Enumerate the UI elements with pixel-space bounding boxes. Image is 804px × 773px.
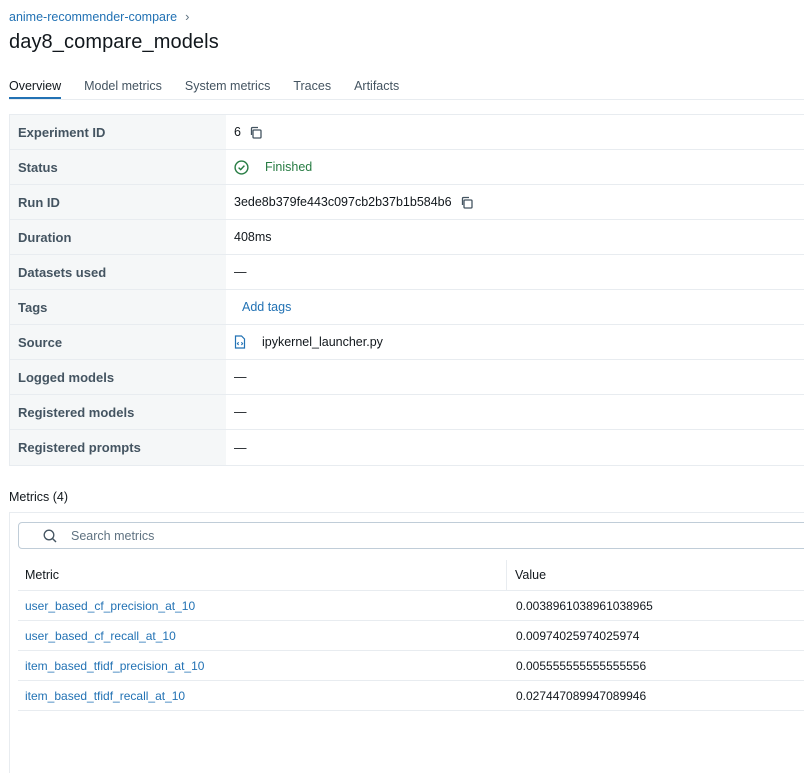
table-row: item_based_tfidf_recall_at_10 0.02744708… (18, 681, 804, 711)
tab-overview[interactable]: Overview (9, 79, 62, 99)
detail-label: Datasets used (10, 255, 226, 289)
detail-label: Registered prompts (10, 430, 226, 465)
tab-model-metrics[interactable]: Model metrics (84, 79, 162, 99)
detail-row-status: Status Finished (10, 150, 804, 185)
detail-label: Experiment ID (10, 115, 226, 149)
status-badge: Finished (234, 159, 313, 175)
detail-value: ipykernel_launcher.py (226, 325, 804, 359)
copy-icon[interactable] (460, 196, 473, 209)
metrics-panel: Metric Value user_based_cf_precision_at_… (9, 512, 804, 773)
metrics-section-title: Metrics (4) (9, 490, 69, 504)
run-id-value: 3ede8b379fe443c097cb2b37b1b584b6 (234, 195, 452, 209)
metric-name-link[interactable]: item_based_tfidf_precision_at_10 (18, 651, 507, 680)
detail-label: Tags (10, 290, 226, 324)
detail-row-experiment-id: Experiment ID 6 (10, 115, 804, 150)
column-header-metric[interactable]: Metric (18, 560, 507, 590)
detail-row-datasets: Datasets used — (10, 255, 804, 290)
detail-value: Finished (226, 150, 804, 184)
detail-row-tags: Tags Add tags (10, 290, 804, 325)
registered-prompts-value: — (234, 440, 247, 455)
metric-name-link[interactable]: user_based_cf_recall_at_10 (18, 621, 507, 650)
detail-row-duration: Duration 408ms (10, 220, 804, 255)
search-metrics-input[interactable] (69, 527, 773, 544)
source-link[interactable]: ipykernel_launcher.py (234, 335, 383, 349)
add-tags-button[interactable]: Add tags (242, 300, 291, 314)
run-details-table: Experiment ID 6 Status Finished Run ID 3… (9, 114, 804, 466)
search-box[interactable] (18, 522, 804, 549)
detail-label: Duration (10, 220, 226, 254)
metric-value: 0.0038961038961038965 (516, 598, 653, 613)
detail-label: Logged models (10, 360, 226, 394)
detail-label: Run ID (10, 185, 226, 219)
detail-label: Source (10, 325, 226, 359)
metric-value: 0.027447089947089946 (516, 688, 647, 703)
duration-value: 408ms (234, 230, 272, 244)
search-icon (31, 529, 63, 543)
detail-label: Registered models (10, 395, 226, 429)
tab-bar: Overview Model metrics System metrics Tr… (9, 79, 804, 100)
copy-icon[interactable] (249, 126, 262, 139)
source-filename: ipykernel_launcher.py (262, 335, 383, 349)
metrics-table: Metric Value user_based_cf_precision_at_… (18, 560, 804, 711)
logged-models-value: — (234, 370, 247, 384)
column-header-value[interactable]: Value (507, 560, 546, 590)
registered-models-value: — (234, 405, 247, 419)
detail-value: 3ede8b379fe443c097cb2b37b1b584b6 (226, 185, 804, 219)
table-row: user_based_cf_precision_at_10 0.00389610… (18, 591, 804, 621)
detail-label: Status (10, 150, 226, 184)
file-code-icon (234, 335, 254, 349)
metrics-table-header: Metric Value (18, 560, 804, 591)
breadcrumb: anime-recommender-compare › (9, 9, 189, 24)
metric-name-link[interactable]: user_based_cf_precision_at_10 (18, 591, 507, 620)
detail-row-registered-models: Registered models — (10, 395, 804, 430)
detail-row-registered-prompts: Registered prompts — (10, 430, 804, 465)
tab-artifacts[interactable]: Artifacts (354, 79, 399, 99)
detail-row-logged-models: Logged models — (10, 360, 804, 395)
tab-system-metrics[interactable]: System metrics (185, 79, 270, 99)
datasets-value: — (234, 265, 247, 279)
detail-row-run-id: Run ID 3ede8b379fe443c097cb2b37b1b584b6 (10, 185, 804, 220)
page-title: day8_compare_models (9, 31, 219, 53)
metric-name-link[interactable]: item_based_tfidf_recall_at_10 (18, 681, 507, 710)
detail-row-source: Source ipykernel_launcher.py (10, 325, 804, 360)
metric-value: 0.005555555555555556 (516, 658, 647, 673)
detail-value: Add tags (226, 290, 804, 324)
status-text: Finished (265, 160, 313, 174)
table-row: user_based_cf_recall_at_10 0.00974025974… (18, 621, 804, 651)
check-circle-icon (234, 159, 257, 175)
breadcrumb-experiment-link[interactable]: anime-recommender-compare (9, 10, 177, 24)
metric-value: 0.00974025974025974 (516, 628, 640, 643)
detail-value: 6 (226, 115, 804, 149)
breadcrumb-separator: › (185, 9, 190, 24)
tab-traces[interactable]: Traces (293, 79, 331, 99)
experiment-id-value: 6 (234, 125, 241, 139)
table-row: item_based_tfidf_precision_at_10 0.00555… (18, 651, 804, 681)
